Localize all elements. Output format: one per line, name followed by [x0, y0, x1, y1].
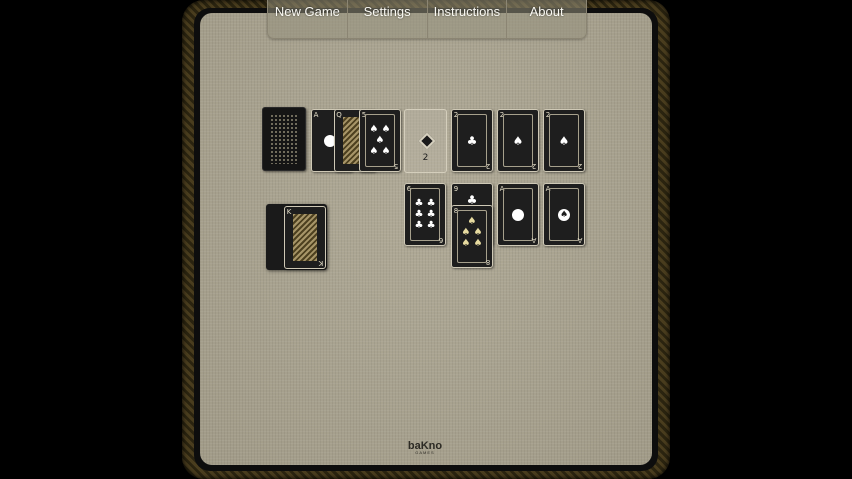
card-rank-bottom: 8: [485, 258, 491, 266]
foundation-card[interactable]: 2 ♠ 2: [543, 109, 585, 172]
club-icon: ♣: [466, 133, 478, 148]
about-button[interactable]: About: [507, 0, 586, 38]
card-rank-bottom: 6: [438, 236, 444, 244]
tableau-card[interactable]: 8 ♠ ♠ ♠ ♠ ♠ 8: [451, 205, 493, 268]
spade-icon: ♠: [512, 133, 524, 148]
tableau-card[interactable]: 6 ♣ ♣ ♣ ♣ ♣ ♣ 6: [404, 183, 446, 246]
card-rank: A: [313, 111, 319, 119]
waste-card-five[interactable]: 5 ♠ ♠ ♠ ♠ ♠ 5: [359, 109, 401, 172]
spade-icon: ♠: [558, 133, 570, 148]
card-back-pattern-icon: [270, 114, 298, 164]
new-game-button[interactable]: New Game: [268, 0, 348, 38]
card-rank: K: [286, 208, 292, 216]
card-rank-bottom: 5: [393, 162, 399, 170]
spade-icon: ♠ ♠ ♠ ♠ ♠: [369, 124, 391, 157]
card-rank-bottom: K: [318, 259, 324, 267]
card-rank: 9: [453, 185, 459, 193]
king-portrait-icon: [293, 214, 317, 261]
king-card[interactable]: K K: [284, 206, 326, 269]
diamond-icon: [418, 132, 436, 150]
foundation-count: 2: [422, 153, 429, 163]
stock-pile[interactable]: [262, 107, 306, 171]
foundation-card[interactable]: 2 ♠ 2: [497, 109, 539, 172]
card-rank-bottom: 2: [531, 162, 537, 170]
card-rank-bottom: 2: [577, 162, 583, 170]
club-icon: ♣ ♣ ♣ ♣ ♣ ♣: [414, 198, 436, 231]
tableau-card[interactable]: A A: [497, 183, 539, 246]
card-rank-bottom: A: [531, 236, 537, 244]
settings-button[interactable]: Settings: [348, 0, 428, 38]
instructions-button[interactable]: Instructions: [428, 0, 508, 38]
spade-icon: ♠ ♠ ♠ ♠ ♠: [461, 216, 483, 249]
foundation-slot-diamonds[interactable]: 2: [404, 109, 447, 173]
ring-icon: [512, 208, 524, 221]
card-rank: Q: [336, 111, 342, 119]
top-menu: New Game Settings Instructions About: [267, 0, 587, 39]
foundation-card[interactable]: 2 ♣ 2: [451, 109, 493, 172]
hand-card-king[interactable]: K K: [266, 204, 327, 270]
bakno-logo: baKno GAMES: [405, 440, 445, 455]
card-rank-bottom: A: [577, 236, 583, 244]
tableau-card[interactable]: A ♠ A: [543, 183, 585, 246]
spade-icon: ♠: [558, 208, 570, 221]
card-rank-bottom: 2: [485, 162, 491, 170]
